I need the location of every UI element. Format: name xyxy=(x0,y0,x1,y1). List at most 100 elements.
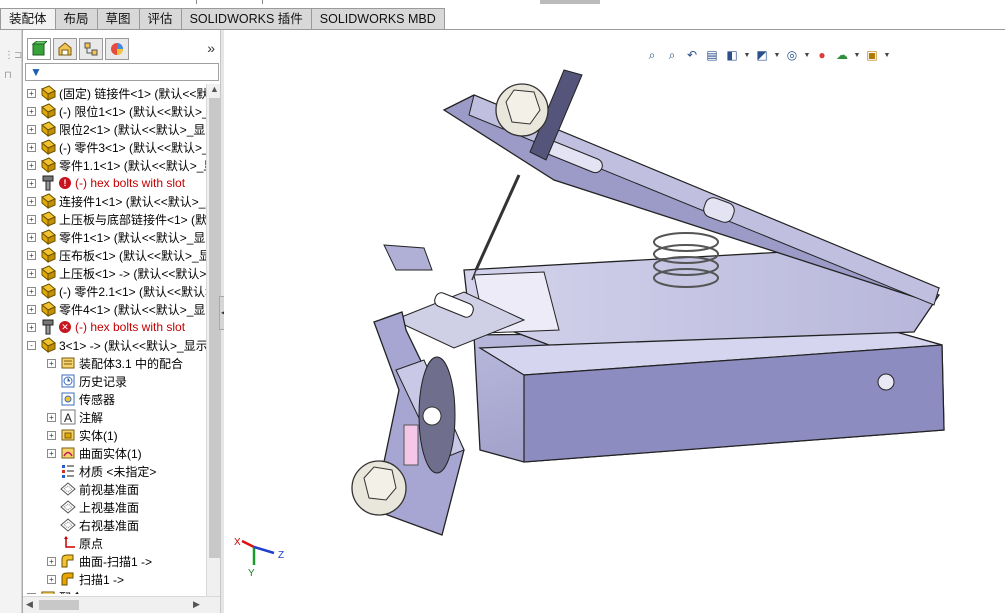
expand-icon[interactable]: + xyxy=(27,286,36,296)
tree-item[interactable]: + 零件4<1> (默认<<默认>_显示状态 1>) xyxy=(27,300,206,318)
tab-4[interactable]: SOLIDWORKS 插件 xyxy=(181,8,312,30)
graphics-area[interactable]: X Y Z ⌕ ⌕ ↶ ▤ ◧ ▼ ◩ ▼ ◎ ▼ ● ☁ ▼ ▣ ▼ xyxy=(224,30,1005,613)
tab-0[interactable]: 装配体 xyxy=(0,8,56,30)
tree-child-item[interactable]: + 曲面实体(1) xyxy=(47,444,206,462)
chevron-down-icon[interactable]: ▼ xyxy=(852,52,862,59)
tree-item-label: 曲面-扫描1 -> xyxy=(79,554,153,569)
tab-5[interactable]: SOLIDWORKS MBD xyxy=(311,8,445,30)
view-settings-icon[interactable]: ▣ xyxy=(862,45,882,65)
configurationmanager-icon[interactable] xyxy=(79,38,103,60)
scroll-thumb[interactable] xyxy=(39,600,79,610)
expand-icon[interactable]: + xyxy=(27,304,36,314)
expand-icon[interactable]: + xyxy=(27,178,36,188)
chevron-down-icon[interactable]: ▼ xyxy=(802,52,812,59)
expand-icon[interactable]: + xyxy=(47,430,56,440)
expand-icon[interactable]: + xyxy=(27,88,36,98)
apply-scene-icon[interactable]: ☁ xyxy=(832,45,852,65)
tree-item[interactable]: + (-) 限位1<1> (默认<<默认>_显示状态 1>) xyxy=(27,102,206,120)
tree-item[interactable]: + (固定) 链接件<1> (默认<<默认>_显示状态 1>) xyxy=(27,84,206,102)
chevron-down-icon[interactable]: ▼ xyxy=(742,52,752,59)
more-tabs-button[interactable]: » xyxy=(207,40,215,56)
tree-child-item[interactable]: 上视基准面 xyxy=(47,498,206,516)
tree-item[interactable]: + ✕ (-) hex bolts with slot xyxy=(27,318,206,336)
tree-child-item[interactable]: + 装配体3.1 中的配合 xyxy=(47,354,206,372)
plane-icon xyxy=(60,481,76,497)
expand-icon[interactable]: + xyxy=(27,106,36,116)
expand-icon[interactable]: + xyxy=(47,574,56,584)
tree-item[interactable]: + 配合 xyxy=(27,588,206,594)
tab-1[interactable]: 布局 xyxy=(55,8,98,30)
expand-icon[interactable]: + xyxy=(47,448,56,458)
tree-child-item[interactable]: 材质 <未指定> xyxy=(47,462,206,480)
tab-2[interactable]: 草图 xyxy=(97,8,140,30)
tree-child-item[interactable]: 原点 xyxy=(47,534,206,552)
tree-horizontal-scrollbar[interactable]: ◀ ▶ xyxy=(23,596,221,613)
tree-item[interactable]: + 连接件1<1> (默认<<默认>_显示状态 1>) xyxy=(27,192,206,210)
previous-view-icon[interactable]: ↶ xyxy=(682,45,702,65)
tree-item[interactable]: + 限位2<1> (默认<<默认>_显示状态 1>) xyxy=(27,120,206,138)
tree-child-item[interactable]: + 曲面-扫描1 -> xyxy=(47,552,206,570)
expand-icon[interactable]: + xyxy=(27,268,36,278)
expand-icon[interactable]: + xyxy=(27,142,36,152)
expand-icon[interactable]: + xyxy=(47,556,56,566)
propertymanager-icon[interactable] xyxy=(53,38,77,60)
tree-item-label: 压布板<1> (默认<<默认>_显示状态 1>) xyxy=(59,248,206,263)
collapse-icon[interactable]: - xyxy=(27,340,36,350)
tree-item[interactable]: +! (-) hex bolts with slot xyxy=(27,174,206,192)
plane-icon xyxy=(60,517,76,533)
material-icon xyxy=(60,463,76,479)
tree-child-item[interactable]: 历史记录 xyxy=(47,372,206,390)
tree-item[interactable]: - 3<1> -> (默认<<默认>_显示状态 1>) xyxy=(27,336,206,354)
tree-child-item[interactable]: + 实体(1) xyxy=(47,426,206,444)
expand-icon[interactable]: + xyxy=(27,322,36,332)
tree-item-label: 曲面实体(1) xyxy=(79,446,142,461)
tree-item-label: 限位2<1> (默认<<默认>_显示状态 1>) xyxy=(59,122,206,137)
edit-appearance-icon[interactable]: ● xyxy=(812,45,832,65)
tree-child-item[interactable]: 前视基准面 xyxy=(47,480,206,498)
part-icon xyxy=(40,103,56,119)
tree-item[interactable]: + 上压板与底部链接件<1> (默认<<默认>_显示状态 1>) xyxy=(27,210,206,228)
part-icon xyxy=(40,301,56,317)
expand-icon[interactable]: + xyxy=(27,124,36,134)
tree-child-item[interactable]: + A 注解 xyxy=(47,408,206,426)
tree-child-item[interactable]: 右视基准面 xyxy=(47,516,206,534)
expand-icon[interactable]: + xyxy=(27,250,36,260)
expand-icon[interactable]: + xyxy=(27,160,36,170)
expand-icon[interactable]: + xyxy=(27,232,36,242)
tab-3[interactable]: 评估 xyxy=(139,8,182,30)
gutter-line-icon[interactable]: ⊓ xyxy=(4,70,18,82)
chevron-down-icon[interactable]: ▼ xyxy=(772,52,782,59)
expand-icon[interactable]: + xyxy=(47,412,56,422)
tree-item[interactable]: + 零件1.1<1> (默认<<默认>_显示状态 1>) xyxy=(27,156,206,174)
tree-item[interactable]: + 上压板<1> -> (默认<<默认>_显示状态 1>) xyxy=(27,264,206,282)
zoom-area-icon[interactable]: ⌕ xyxy=(662,45,682,65)
zoom-to-fit-icon[interactable]: ⌕ xyxy=(642,45,662,65)
display-style-icon[interactable]: ◩ xyxy=(752,45,772,65)
axis-triad: X Y Z xyxy=(234,537,284,579)
scroll-right-icon[interactable]: ▶ xyxy=(193,599,200,610)
tree-child-item[interactable]: + 扫描1 -> xyxy=(47,570,206,588)
scroll-up-icon[interactable]: ▲ xyxy=(210,84,219,94)
hide-show-items-icon[interactable]: ◎ xyxy=(782,45,802,65)
expand-icon[interactable]: + xyxy=(47,358,56,368)
tree-item-label: (-) 限位1<1> (默认<<默认>_显示状态 1>) xyxy=(59,104,206,119)
featuremanager-icon[interactable] xyxy=(27,38,51,60)
tree-filter[interactable]: ▼ xyxy=(25,63,219,81)
section-view-icon[interactable]: ▤ xyxy=(702,45,722,65)
displaymanager-icon[interactable] xyxy=(105,38,129,60)
chevron-down-icon[interactable]: ▼ xyxy=(882,52,892,59)
tree-item[interactable]: + (-) 零件2.1<1> (默认<<默认>_显示状态 1>) xyxy=(27,282,206,300)
expand-icon[interactable]: + xyxy=(27,214,36,224)
tree-vertical-scrollbar[interactable]: ▲ ▼ xyxy=(206,84,221,613)
expand-icon[interactable]: + xyxy=(27,592,36,594)
model-viewport[interactable]: X Y Z xyxy=(224,30,1005,613)
gutter-sketch-icon[interactable]: ⋮⊐ xyxy=(4,50,22,62)
tree-item[interactable]: + 零件1<1> (默认<<默认>_显示状态 1>) xyxy=(27,228,206,246)
scroll-left-icon[interactable]: ◀ xyxy=(26,599,33,610)
tree-item[interactable]: + (-) 零件3<1> (默认<<默认>_显示状态 1>) xyxy=(27,138,206,156)
expand-icon[interactable]: + xyxy=(27,196,36,206)
tree-child-item[interactable]: 传感器 xyxy=(47,390,206,408)
view-orientation-icon[interactable]: ◧ xyxy=(722,45,742,65)
assembly-model[interactable] xyxy=(351,69,945,536)
tree-item[interactable]: + 压布板<1> (默认<<默认>_显示状态 1>) xyxy=(27,246,206,264)
